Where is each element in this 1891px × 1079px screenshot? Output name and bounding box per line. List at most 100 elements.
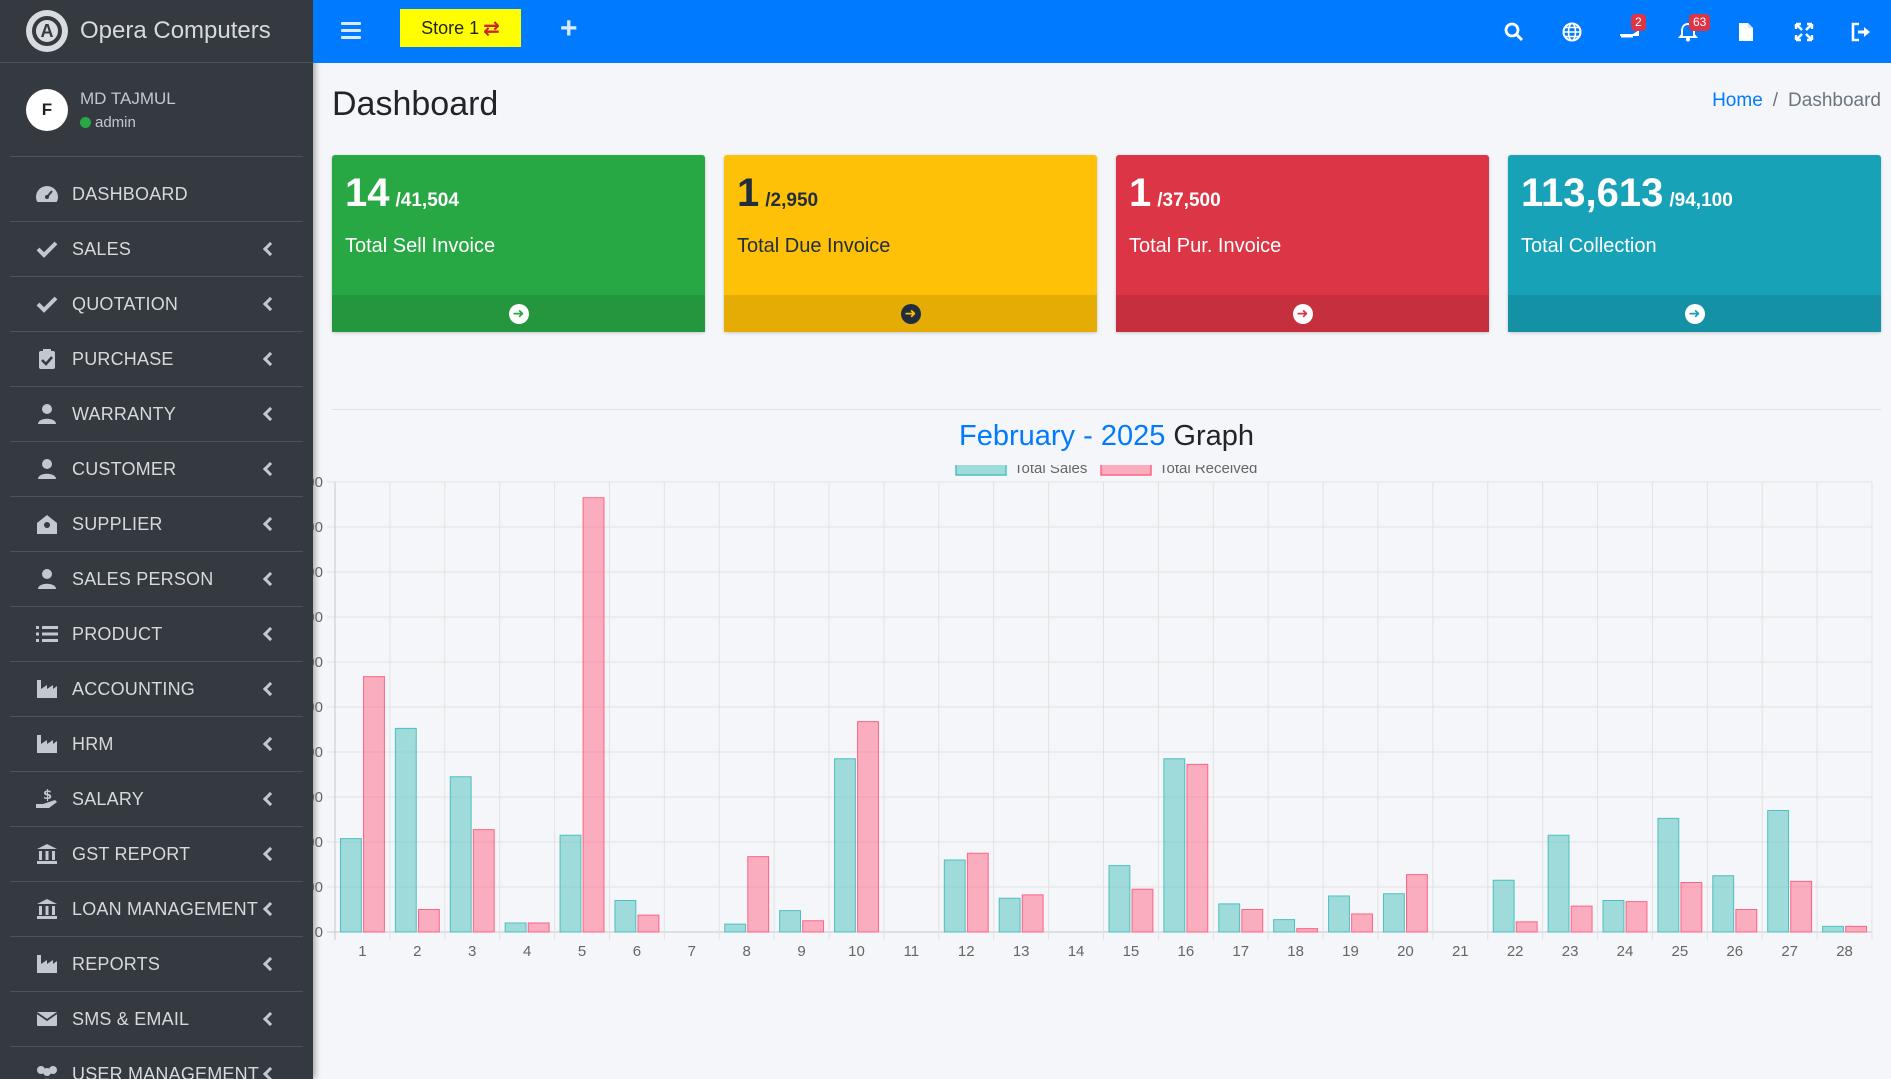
bar-total-sales[interactable] [834,758,856,933]
cart-button[interactable]: 2 [1601,0,1659,63]
bar-total-received[interactable] [747,856,770,933]
bar-total-received[interactable] [1570,905,1593,933]
y-tick-label: 100,000 [313,699,323,716]
bar-total-received[interactable] [966,852,989,933]
bar-total-received[interactable] [527,922,550,933]
sidebar-item-quotation[interactable]: QUOTATION [10,277,303,332]
bar-total-sales[interactable] [1767,810,1790,933]
breadcrumb-home[interactable]: Home [1712,90,1763,111]
bar-total-sales[interactable] [1163,758,1186,933]
bar-total-sales[interactable] [339,838,362,933]
chevron-left-icon [262,1066,278,1079]
bar-total-sales[interactable] [1328,895,1350,933]
sidebar-item-user-management[interactable]: USER MANAGEMENT [10,1047,303,1079]
bar-total-sales[interactable] [1602,900,1625,933]
bar-total-received[interactable] [857,721,879,933]
bar-total-received[interactable] [1186,763,1209,933]
card-more-info-link[interactable]: ➜ [332,295,705,332]
bar-total-received[interactable] [1241,909,1264,933]
user-name[interactable]: MD TAJMUL [80,89,176,109]
search-button[interactable] [1485,0,1543,63]
bar-total-sales[interactable] [1657,817,1680,933]
sidebar-item-sales[interactable]: SALES [10,222,303,277]
sidebar-item-dashboard[interactable]: DASHBOARD [10,167,303,222]
menu-toggle-icon[interactable] [341,22,361,39]
bar-total-sales[interactable] [1822,925,1844,933]
legend-label[interactable]: Total Received [1159,465,1257,477]
bar-total-received[interactable] [637,914,660,933]
bar-total-sales[interactable] [1492,879,1515,933]
sidebar-item-salary[interactable]: $ SALARY [10,772,303,827]
sidebar-item-purchase[interactable]: PURCHASE [10,332,303,387]
bar-total-sales[interactable] [559,834,582,933]
sidebar-item-reports[interactable]: REPORTS [10,937,303,992]
store-switch-button[interactable]: Store 1 ⇄ [400,9,521,47]
sidebar-item-sms-email[interactable]: SMS & EMAIL [10,992,303,1047]
x-tick-label: 8 [743,943,751,960]
bar-total-sales[interactable] [1712,875,1735,933]
sidebar-item-loan-management[interactable]: LOAN MANAGEMENT [10,882,303,937]
sidebar-item-label: DASHBOARD [72,183,188,204]
card-more-info-link[interactable]: ➜ [1508,295,1881,332]
bell-button[interactable]: 63 [1659,0,1717,63]
expand-button[interactable] [1775,0,1833,63]
bank-icon [34,898,60,920]
legend-swatch[interactable] [955,465,1007,476]
brand[interactable]: A Opera Computers [0,0,313,63]
online-status-icon [80,116,91,128]
exchange-icon: ⇄ [483,17,500,40]
sidebar-item-accounting[interactable]: ACCOUNTING [10,662,303,717]
file-button[interactable] [1717,0,1775,63]
bar-total-sales[interactable] [943,859,966,933]
bar-total-received[interactable] [802,920,825,933]
sidebar-item-gst-report[interactable]: GST REPORT [10,827,303,882]
bar-total-received[interactable] [1351,913,1373,933]
bar-total-sales[interactable] [449,776,472,933]
bar-total-sales[interactable] [1382,893,1405,933]
bar-total-received[interactable] [417,909,440,933]
bar-total-received[interactable] [1735,909,1758,933]
bar-total-sales[interactable] [1108,865,1131,933]
chevron-left-icon [262,351,278,367]
bar-total-sales[interactable] [724,923,747,933]
legend-swatch[interactable] [1100,465,1152,476]
bar-total-sales[interactable] [504,922,527,933]
bar-total-sales[interactable] [614,900,637,933]
arrow-circle-right-icon: ➜ [900,303,921,324]
avatar[interactable]: F [26,88,68,131]
bar-total-received[interactable] [1131,888,1154,933]
notification-badge: 63 [1689,14,1711,31]
card-more-info-link[interactable]: ➜ [1116,295,1489,332]
sidebar-item-hrm[interactable]: HRM [10,717,303,772]
chevron-left-icon [262,461,278,477]
bar-total-sales[interactable] [394,727,417,933]
bar-total-sales[interactable] [1547,834,1570,933]
sidebar-item-warranty[interactable]: WARRANTY [10,387,303,442]
sign-out-button[interactable] [1833,0,1891,63]
bar-total-received[interactable] [1845,925,1868,933]
add-icon[interactable]: + [560,14,578,44]
bar-total-received[interactable] [1680,882,1703,933]
bar-total-received[interactable] [582,497,605,933]
legend-label[interactable]: Total Sales [1014,465,1087,477]
bar-total-sales[interactable] [998,897,1021,933]
bar-total-received[interactable] [1625,901,1648,933]
bar-total-sales[interactable] [1218,903,1241,933]
sidebar-item-supplier[interactable]: SUPPLIER [10,497,303,552]
bar-total-sales[interactable] [1273,919,1296,933]
bar-total-received[interactable] [1406,874,1428,933]
bar-total-received[interactable] [363,676,385,933]
bar-total-received[interactable] [1296,928,1319,933]
sidebar-item-product[interactable]: PRODUCT [10,607,303,662]
card-more-info-link[interactable]: ➜ [724,295,1097,332]
sidebar-item-customer[interactable]: CUSTOMER [10,442,303,497]
sidebar-item-sales-person[interactable]: SALES PERSON [10,552,303,607]
x-tick-label: 12 [958,943,975,960]
globe-button[interactable] [1543,0,1601,63]
bar-total-received[interactable] [472,829,495,933]
bar-total-received[interactable] [1515,921,1538,933]
bar-total-sales[interactable] [779,910,801,933]
bar-total-received[interactable] [1021,894,1044,933]
bar-total-received[interactable] [1790,880,1813,933]
x-tick-label: 9 [797,943,805,960]
